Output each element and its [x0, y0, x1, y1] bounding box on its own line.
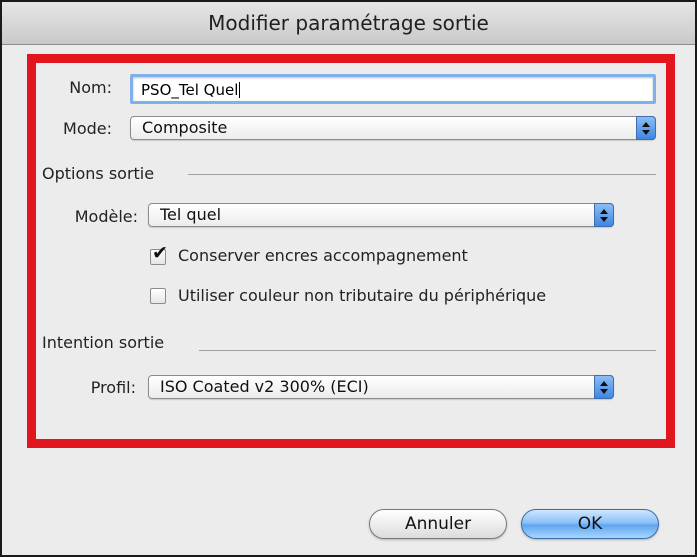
keep-inks-label: Conserver encres accompagnement [178, 246, 468, 265]
device-independent-checkbox[interactable] [150, 288, 166, 304]
section-output-intent: Intention sortie [42, 333, 165, 352]
name-input-value: PSO_Tel Quel [141, 81, 239, 99]
mode-label: Mode: [63, 119, 112, 138]
model-select[interactable]: Tel quel [148, 203, 614, 227]
ok-button[interactable]: OK [521, 509, 659, 539]
section-divider [188, 174, 656, 175]
dialog-title: Modifier paramétrage sortie [2, 2, 695, 45]
keep-inks-checkbox[interactable]: ✔ [150, 244, 168, 265]
section-output-options: Options sortie [42, 164, 155, 183]
mode-select[interactable]: Composite [130, 116, 656, 140]
name-label: Nom: [69, 78, 112, 97]
mode-select-value: Composite [142, 118, 228, 137]
text-caret [239, 82, 241, 98]
model-select-value: Tel quel [160, 205, 222, 224]
device-independent-label: Utiliser couleur non tributaire du périp… [178, 286, 547, 305]
profile-select-value: ISO Coated v2 300% (ECI) [160, 377, 369, 396]
profile-select[interactable]: ISO Coated v2 300% (ECI) [148, 375, 614, 399]
dialog-window: Modifier paramétrage sortie Nom: PSO_Tel… [0, 0, 697, 557]
section-divider [199, 350, 656, 351]
name-input[interactable]: PSO_Tel Quel [130, 74, 656, 104]
profile-select-arrows-icon [594, 375, 614, 399]
model-label: Modèle: [74, 207, 138, 226]
checkmark-icon: ✔ [152, 242, 168, 264]
cancel-button[interactable]: Annuler [369, 509, 507, 539]
profile-label: Profil: [90, 378, 136, 397]
mode-select-arrows-icon [636, 116, 656, 140]
model-select-arrows-icon [594, 203, 614, 227]
